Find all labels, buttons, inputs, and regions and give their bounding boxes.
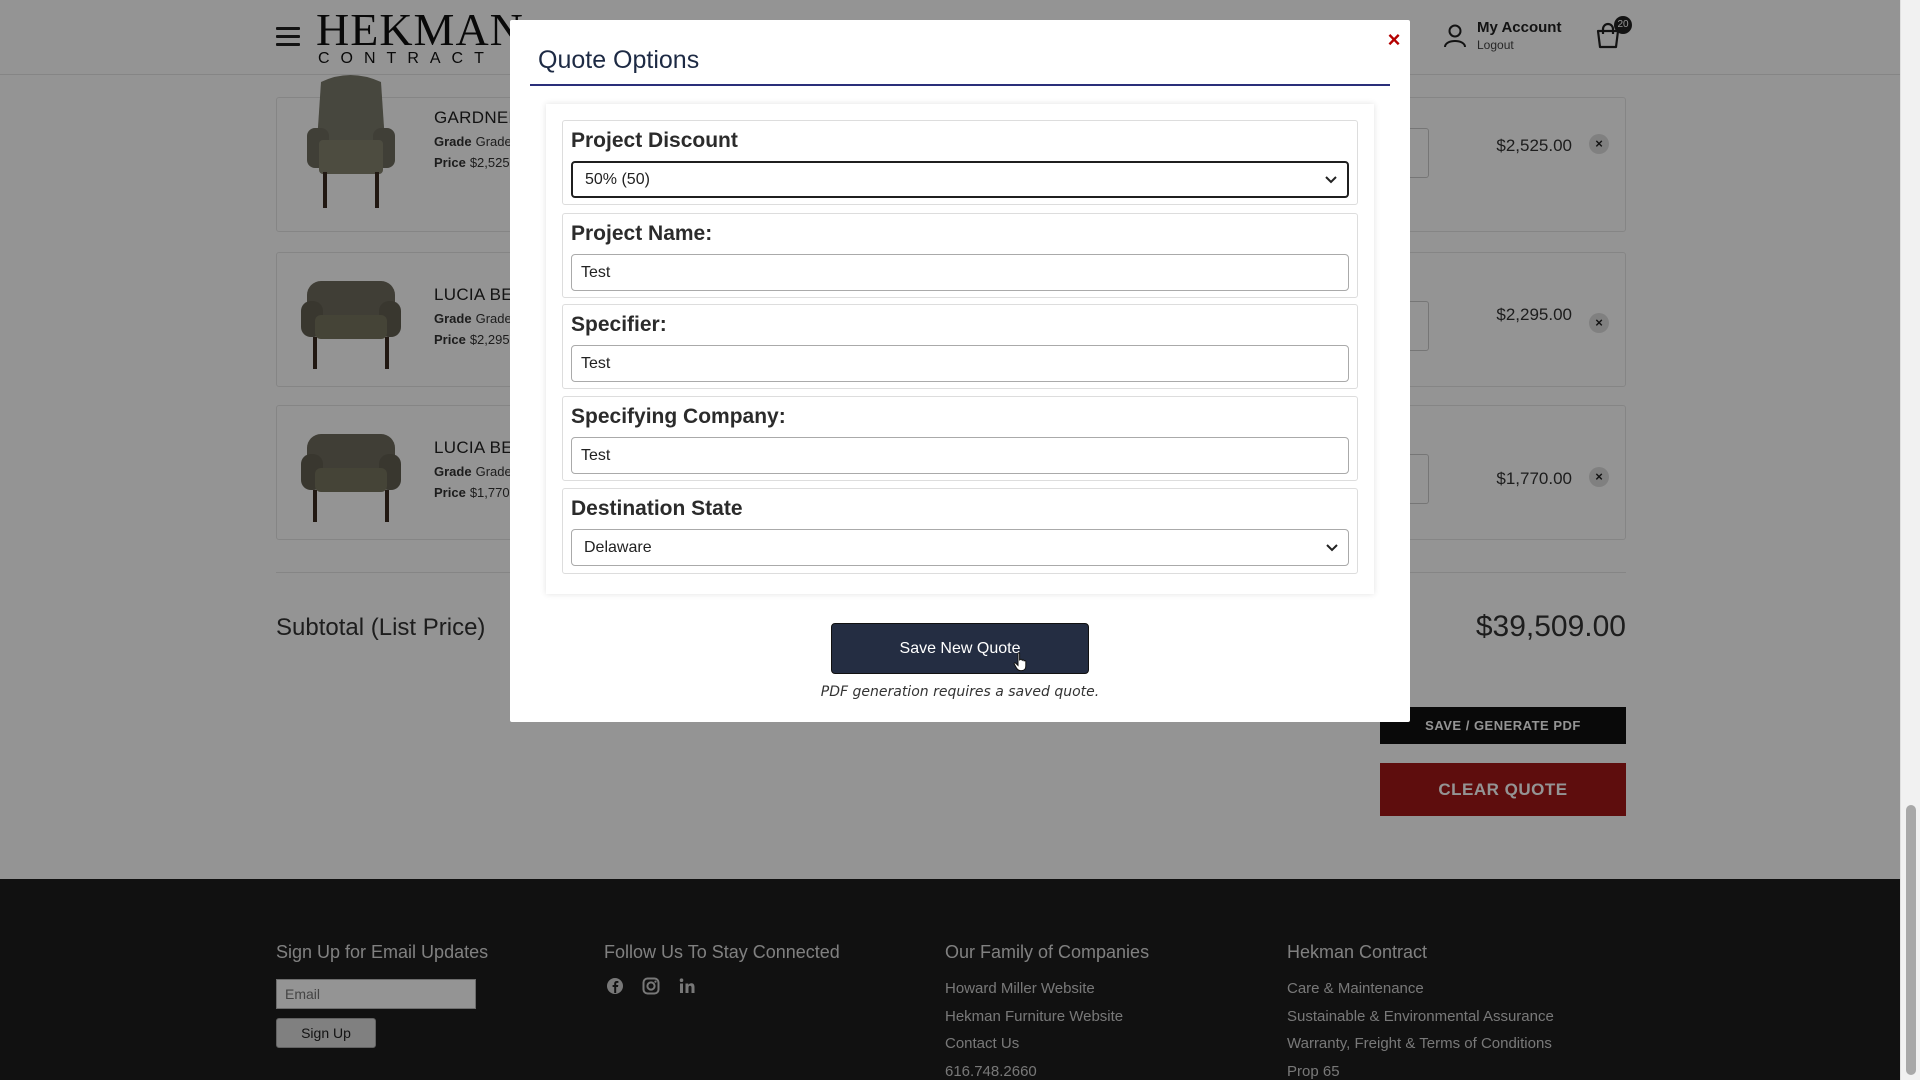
page-scrollbar[interactable] bbox=[1900, 0, 1920, 1080]
scrollbar-thumb[interactable] bbox=[1906, 805, 1916, 1075]
project-discount-select[interactable]: 50% (50) bbox=[571, 161, 1349, 198]
quote-options-form: Project Discount 50% (50) Project Name: … bbox=[546, 104, 1374, 594]
destination-state-group: Destination State Delaware bbox=[562, 488, 1358, 574]
specifying-company-label: Specifying Company: bbox=[571, 405, 786, 428]
specifying-company-input[interactable]: Test bbox=[571, 437, 1349, 474]
destination-state-value: Delaware bbox=[584, 539, 652, 556]
close-icon[interactable]: × bbox=[1382, 28, 1406, 52]
project-discount-value: 50% (50) bbox=[585, 171, 650, 188]
destination-state-label: Destination State bbox=[571, 497, 743, 520]
project-discount-label: Project Discount bbox=[571, 129, 738, 152]
title-divider bbox=[530, 84, 1390, 86]
project-name-label: Project Name: bbox=[571, 222, 713, 245]
specifier-group: Specifier: Test bbox=[562, 304, 1358, 389]
project-name-group: Project Name: Test bbox=[562, 213, 1358, 298]
quote-options-modal: Quote Options × Project Discount 50% (50… bbox=[510, 20, 1410, 722]
chevron-down-icon bbox=[1325, 175, 1337, 183]
chevron-down-icon bbox=[1326, 543, 1338, 551]
destination-state-select[interactable]: Delaware bbox=[571, 529, 1349, 566]
specifying-company-group: Specifying Company: Test bbox=[562, 396, 1358, 481]
save-new-quote-button[interactable]: Save New Quote bbox=[831, 623, 1089, 674]
hand-cursor-icon bbox=[1013, 652, 1027, 672]
specifier-input[interactable]: Test bbox=[571, 345, 1349, 382]
project-name-input[interactable]: Test bbox=[571, 254, 1349, 291]
project-discount-group: Project Discount 50% (50) bbox=[562, 120, 1358, 205]
specifier-label: Specifier: bbox=[571, 313, 667, 336]
modal-title: Quote Options bbox=[538, 46, 700, 74]
pdf-note: PDF generation requires a saved quote. bbox=[820, 684, 1100, 700]
